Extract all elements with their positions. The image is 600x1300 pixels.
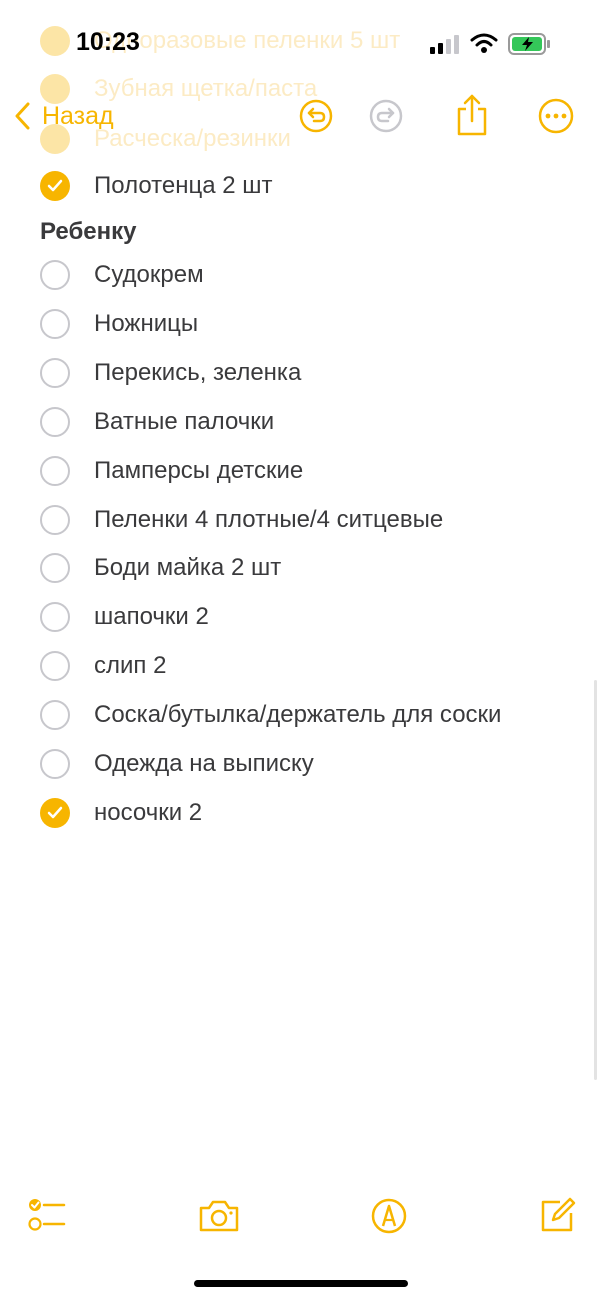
checklist-item-text[interactable]: Одежда на выписку — [94, 750, 314, 778]
checkbox-checked[interactable] — [40, 26, 70, 56]
checklist-item-text[interactable]: Одноразовые пеленки 5 шт — [94, 27, 400, 55]
checklist-item-text[interactable]: Зубная щетка/паста — [94, 75, 317, 103]
checkbox-unchecked[interactable] — [40, 357, 70, 388]
markup-button[interactable] — [368, 1196, 412, 1236]
checklist-item-text[interactable]: Судокрем — [94, 261, 204, 289]
checkbox-checked[interactable] — [40, 124, 70, 154]
camera-icon — [199, 1200, 239, 1232]
checklist-item[interactable]: шапочки 2 — [40, 602, 580, 638]
checklist-item-text[interactable]: Памперсы детские — [94, 457, 303, 485]
checkmark-icon — [47, 179, 63, 192]
checklist-item[interactable]: Расческа/резинки — [40, 124, 580, 160]
camera-button[interactable] — [197, 1196, 241, 1236]
checkbox-checked[interactable] — [40, 74, 70, 104]
checkbox-unchecked[interactable] — [40, 406, 70, 437]
section-heading[interactable]: Ребенку — [40, 218, 136, 246]
chevron-left-icon — [15, 102, 30, 130]
checklist-item[interactable]: Зубная щетка/паста — [40, 74, 580, 110]
checklist-item[interactable]: Памперсы детские — [40, 455, 580, 492]
checklist-item[interactable]: Полотенца 2 шт — [40, 171, 580, 207]
checkbox-unchecked[interactable] — [40, 455, 70, 486]
checklist-item-text[interactable]: Пеленки 4 плотные/4 ситцевые — [94, 506, 443, 534]
checklist-button[interactable] — [26, 1196, 70, 1236]
checklist-item-text[interactable]: Ватные палочки — [94, 408, 274, 436]
checkbox-unchecked[interactable] — [40, 260, 70, 290]
checklist-item[interactable]: слип 2 — [40, 651, 580, 687]
checklist-item-text[interactable]: носочки 2 — [94, 799, 202, 827]
home-indicator[interactable] — [194, 1280, 408, 1287]
checklist-item[interactable]: носочки 2 — [40, 797, 580, 834]
checklist-item[interactable]: Одежда на выписку — [40, 749, 580, 785]
markup-pen-icon — [371, 1198, 407, 1234]
checklist-item[interactable]: Соска/бутылка/держатель для соски — [40, 700, 580, 736]
checklist-item[interactable]: Пеленки 4 плотные/4 ситцевые — [40, 504, 580, 541]
checklist-icon — [28, 1199, 66, 1231]
checkbox-unchecked[interactable] — [40, 700, 70, 731]
checkbox-unchecked[interactable] — [40, 553, 70, 584]
checkbox-unchecked[interactable] — [40, 308, 70, 339]
checklist-item-text[interactable]: Боди майка 2 шт — [94, 554, 281, 582]
checkbox-unchecked[interactable] — [40, 504, 70, 535]
checkbox-unchecked[interactable] — [40, 651, 70, 682]
checkbox-checked[interactable] — [40, 171, 70, 201]
checklist-item[interactable]: Ножницы — [40, 308, 580, 345]
checklist-item[interactable]: Одноразовые пеленки 5 шт — [40, 26, 580, 62]
checkmark-icon — [47, 806, 63, 819]
checkbox-checked[interactable] — [40, 797, 70, 828]
checklist-item[interactable]: Боди майка 2 шт — [40, 553, 580, 589]
compose-icon — [541, 1197, 576, 1232]
checklist-item-text[interactable]: Полотенца 2 шт — [94, 172, 273, 200]
checklist-item[interactable]: Перекись, зеленка — [40, 357, 580, 394]
checklist-item-text[interactable]: слип 2 — [94, 652, 166, 680]
checkbox-unchecked[interactable] — [40, 602, 70, 633]
checklist-item-text[interactable]: шапочки 2 — [94, 603, 209, 631]
checklist-item-text[interactable]: Перекись, зеленка — [94, 359, 301, 387]
checklist-item-text[interactable]: Ножницы — [94, 310, 198, 338]
checklist-item-text[interactable]: Соска/бутылка/держатель для соски — [94, 701, 501, 729]
scroll-indicator[interactable] — [594, 680, 597, 1080]
checklist-item[interactable]: Ватные палочки — [40, 406, 580, 443]
checklist-item[interactable]: Судокрем — [40, 260, 580, 296]
compose-button[interactable] — [536, 1196, 580, 1236]
checkbox-unchecked[interactable] — [40, 749, 70, 779]
checklist-item-text[interactable]: Расческа/резинки — [94, 125, 291, 153]
